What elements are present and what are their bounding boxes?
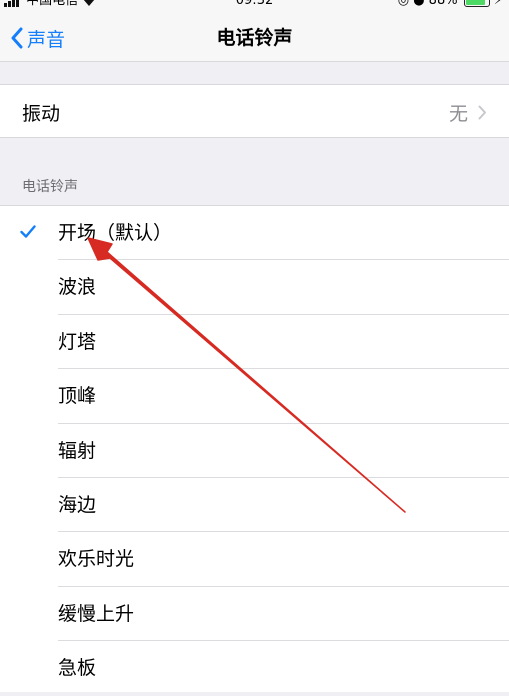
alarm-icon: ◎ <box>397 0 410 8</box>
ringtone-row-waves[interactable]: 波浪 <box>0 260 509 315</box>
battery-percent: 88% <box>428 0 458 8</box>
ringtone-label: 海边 <box>58 493 97 516</box>
vibration-value-container: 无 <box>449 99 487 126</box>
ringtone-label: 波浪 <box>58 276 97 299</box>
navigation-bar: 声音 电话铃声 <box>0 14 509 62</box>
checkmark-icon <box>20 225 36 238</box>
ringtone-label: 急板 <box>58 657 97 680</box>
ringtone-label: 顶峰 <box>58 385 97 408</box>
ringtone-label: 开场（默认） <box>58 222 173 244</box>
page-title: 电话铃声 <box>216 27 293 49</box>
ringtone-label: 缓慢上升 <box>58 602 135 625</box>
chevron-right-icon <box>478 105 486 119</box>
ringtone-row-presto[interactable]: 急板 <box>0 641 509 695</box>
ringtone-row-playtime[interactable]: 欢乐时光 <box>0 532 509 587</box>
charging-icon: ⚡ <box>493 0 503 8</box>
ringtone-row-lighthouse[interactable]: 灯塔 <box>0 315 509 370</box>
battery-level <box>465 0 485 5</box>
ringtone-list: 开场（默认） 波浪 灯塔 顶峰 辐射 海边 欢乐时光 缓慢上升 急板 <box>0 205 509 692</box>
vibration-label: 振动 <box>22 102 61 125</box>
ringtone-label: 辐射 <box>58 439 97 462</box>
ringtone-row-summit[interactable]: 顶峰 <box>0 369 509 424</box>
ringtone-label: 灯塔 <box>58 330 97 353</box>
ringtone-label: 欢乐时光 <box>58 548 135 571</box>
ringtone-row-opening[interactable]: 开场（默认） <box>0 206 509 261</box>
ringtone-row-by-the-seaside[interactable]: 海边 <box>0 478 509 533</box>
vibration-value: 无 <box>448 102 468 125</box>
moon-icon: ● <box>413 0 425 8</box>
vibration-group: 振动 无 <box>0 84 509 138</box>
chevron-left-icon <box>11 27 23 49</box>
back-button-label: 声音 <box>27 28 66 51</box>
vibration-row[interactable]: 振动 无 <box>0 85 509 139</box>
back-button[interactable]: 声音 <box>10 22 65 54</box>
battery-icon <box>463 0 490 7</box>
ringtone-row-slow-rise[interactable]: 缓慢上升 <box>0 587 509 642</box>
status-bar: 中国电信 09:32 ◎ ● 88% ⚡ <box>0 0 509 14</box>
ringtone-section-header: 电话铃声 <box>22 179 78 195</box>
status-right: ◎ ● 88% ⚡ <box>398 0 503 8</box>
ringtone-row-radiate[interactable]: 辐射 <box>0 424 509 478</box>
